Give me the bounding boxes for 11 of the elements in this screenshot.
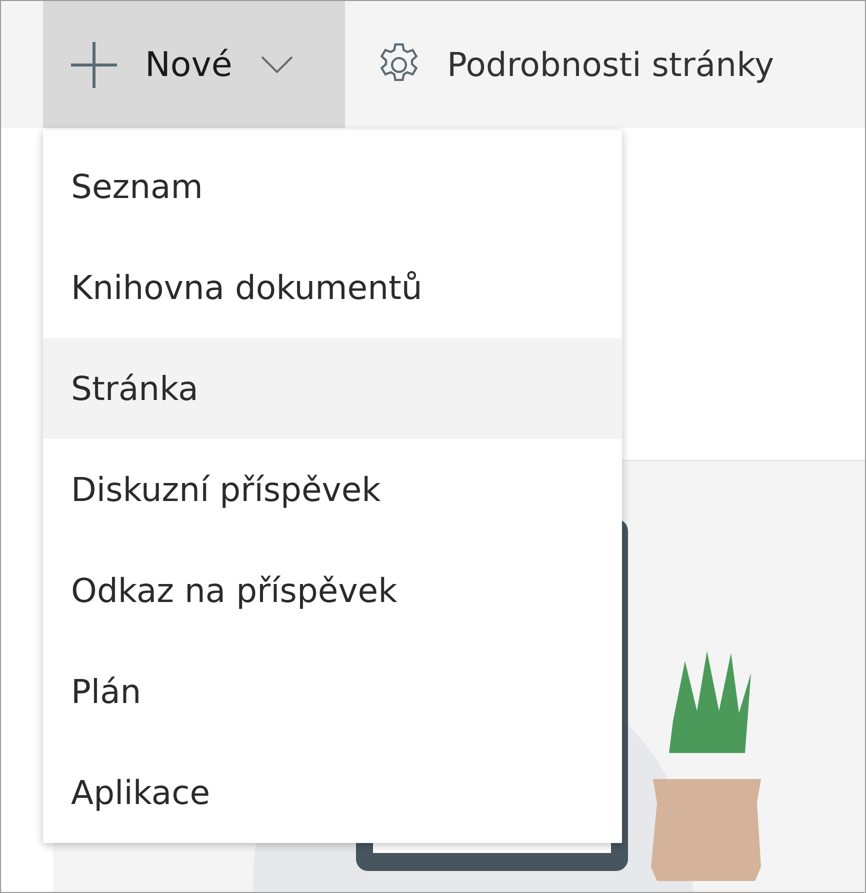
menu-item[interactable]: Diskuzní příspěvek [43,439,622,540]
plus-icon [69,40,119,90]
menu-item[interactable]: Odkaz na příspěvek [43,540,622,641]
menu-item[interactable]: Aplikace [43,742,622,843]
page-details-button[interactable]: Podrobnosti stránky [345,1,774,128]
menu-item[interactable]: Knihovna dokumentů [43,237,622,338]
menu-item[interactable]: Seznam [43,136,622,237]
menu-item[interactable]: Plán [43,641,622,742]
chevron-down-icon [260,54,294,74]
new-button[interactable]: Nové [43,1,345,128]
menu-item[interactable]: Stránka [43,338,622,439]
